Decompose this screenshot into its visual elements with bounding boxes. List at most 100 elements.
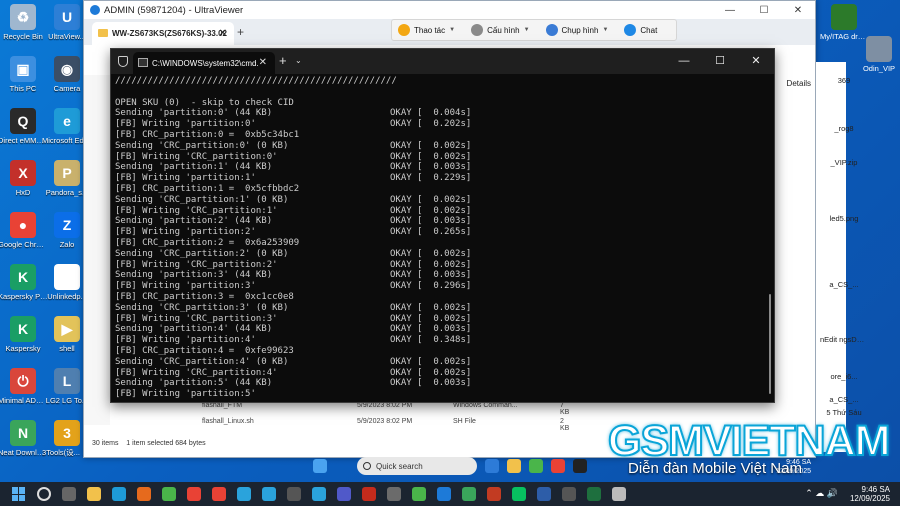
remote-taskbar: Quick search [305,455,601,477]
desktop-icon[interactable]: led5.png [820,214,868,223]
folder-icon[interactable] [507,459,521,473]
wechat-icon[interactable] [512,487,526,501]
app-icon: Z [54,212,80,238]
file-row[interactable]: flashall_FTM 5/9/2023 8:02 PM Windows Co… [202,402,569,416]
search-input[interactable]: Quick search [357,457,477,475]
chrome-icon[interactable] [212,487,226,501]
edge-icon[interactable] [112,487,126,501]
desktop-icon[interactable]: K Kaspersky Passwo... [0,264,48,301]
app-icon[interactable] [362,487,376,501]
app-icon[interactable] [612,487,626,501]
watermark: GSMVIETNAM Diễn đàn Mobile Việt Nam [607,417,898,480]
telegram-icon[interactable] [237,487,251,501]
file-row[interactable]: flashall_Linux.sh 5/9/2023 8:02 PM SH Fi… [202,418,569,432]
terminal-output[interactable]: ////////////////////////////////////////… [115,76,763,398]
desktop-icon[interactable]: _rog8 [820,124,868,133]
watermark-title: GSMVIETNAM [607,417,891,465]
chevron-down-icon[interactable]: ⌄ [295,56,302,65]
excel-icon[interactable] [587,487,601,501]
desktop-icon[interactable]: N Neat Downloa... [0,420,48,457]
download-icon[interactable] [412,487,426,501]
desktop-icon[interactable]: ore_i6... [820,372,868,381]
desktop-icon-label: Direct eMMC Qualcomm... [0,136,48,145]
terminal-line: [FB] CRC_partition:0 = 0xb5c34bc1 [115,129,300,140]
firefox-icon[interactable] [137,487,151,501]
app-icon: — [54,264,80,290]
explorer-tab[interactable]: WW-ZS673KS(ZS676KS)-33.02 ✕ [92,22,234,45]
ultraviewer-app-icon [90,5,100,15]
app-icon[interactable] [387,487,401,501]
folder-icon[interactable] [87,487,101,501]
desktop-icon[interactable]: 5 Thứ Sáu [820,408,868,417]
terminal-title-bar[interactable]: C:\WINDOWS\system32\cmd. ✕ + ⌄ — ☐ ✕ [111,49,774,74]
chrome-icon[interactable] [187,487,201,501]
desktop-icon[interactable]: a_CS_... [820,395,868,404]
close-tab-icon[interactable]: ✕ [259,57,267,68]
desktop-icon[interactable]: a_CS_... [820,280,868,289]
cmd-terminal-window[interactable]: C:\WINDOWS\system32\cmd. ✕ + ⌄ — ☐ ✕ ///… [110,48,775,403]
gear-icon [471,24,484,36]
desktop-icon-label: 369 [837,76,851,85]
minimize-button[interactable]: — [666,49,702,73]
task-view-icon[interactable] [62,487,76,501]
terminal-line: Sending 'CRC_partition:2' (0 KB) OKAY [ 0… [115,248,472,259]
desktop-icon-label: HxD [15,188,31,197]
close-button[interactable]: ✕ [781,5,815,16]
desktop-icon[interactable]: Odin_VIP [855,36,900,73]
explorer-nav-pane[interactable] [84,75,110,425]
desktop-icon[interactable]: _VIP.zip [820,158,868,167]
terminal-tab[interactable]: C:\WINDOWS\system32\cmd. ✕ [133,52,275,74]
terminal-icon[interactable] [573,459,587,473]
close-button[interactable]: ✕ [738,49,774,73]
windows-start-icon[interactable] [12,487,26,501]
maximize-button[interactable]: ☐ [747,5,781,16]
app-icon[interactable] [487,487,501,501]
desktop-icon[interactable]: 369 [820,76,868,85]
app-icon: K [10,264,36,290]
desktop-icon[interactable]: ⏻ Minimal ADB and Fastboot [0,368,48,405]
app-icon[interactable] [462,487,476,501]
desktop-icon[interactable]: X HxD [0,160,48,197]
teams-icon[interactable] [337,487,351,501]
search-icon[interactable] [37,487,51,501]
maximize-button[interactable]: ☐ [702,49,738,73]
windows-start-icon[interactable] [313,459,327,473]
desktop-icon[interactable]: ● Google Chrome [0,212,48,249]
desktop-icon-label: led5.png [829,214,859,223]
app-icon[interactable] [287,487,301,501]
app-icon: U [54,4,80,30]
capture-menu[interactable]: Chụp hình ▼ [540,24,608,36]
config-menu[interactable]: Cấu hình ▼ [465,24,530,36]
actions-menu[interactable]: Thao tác ▼ [392,24,455,36]
app-icon[interactable] [562,487,576,501]
desktop-icon-label: Odin_VIP [862,64,896,73]
app-icon[interactable] [162,487,176,501]
edge-icon[interactable] [485,459,499,473]
app-icon[interactable] [537,487,551,501]
new-tab-button[interactable]: + [279,53,287,68]
chrome-icon[interactable] [551,459,565,473]
chat-button[interactable]: Chat [618,24,657,36]
terminal-scrollbar[interactable] [769,294,771,394]
desktop-icon[interactable]: ♻ Recycle Bin [0,4,48,41]
desktop-icon[interactable]: Q Direct eMMC Qualcomm... [0,108,48,145]
terminal-line: [FB] Writing 'CRC_partition:0' OKAY [ 0.0… [115,151,472,162]
new-tab-button[interactable]: + [237,25,244,39]
search-icon [363,462,371,470]
ultraviewer-icon[interactable] [437,487,451,501]
details-button[interactable]: Details [787,79,811,88]
host-clock[interactable]: 9:46 SA 12/09/2025 [850,485,890,503]
desktop-icon[interactable]: ▣ This PC [0,56,48,93]
desktop-icon[interactable]: K Kaspersky [0,316,48,353]
system-tray[interactable]: ⌃ ☁ 🔊 [805,488,838,499]
minimize-button[interactable]: — [713,5,747,16]
desktop-icon-label: a_CS_... [829,280,859,289]
app-icon[interactable] [529,459,543,473]
terminal-line: [FB] Writing 'CRC_partition:2' OKAY [ 0.0… [115,259,472,270]
telegram-icon[interactable] [262,487,276,501]
close-tab-icon[interactable]: ✕ [219,28,227,39]
ultraviewer-title-bar[interactable]: ADMIN (59871204) - UltraViewer — ☐ ✕ [84,1,815,19]
desktop-icon-label: Kaspersky Passwo... [0,292,48,301]
desktop-icon[interactable]: nEdit ngsDat... [820,335,868,344]
telegram-icon[interactable] [312,487,326,501]
